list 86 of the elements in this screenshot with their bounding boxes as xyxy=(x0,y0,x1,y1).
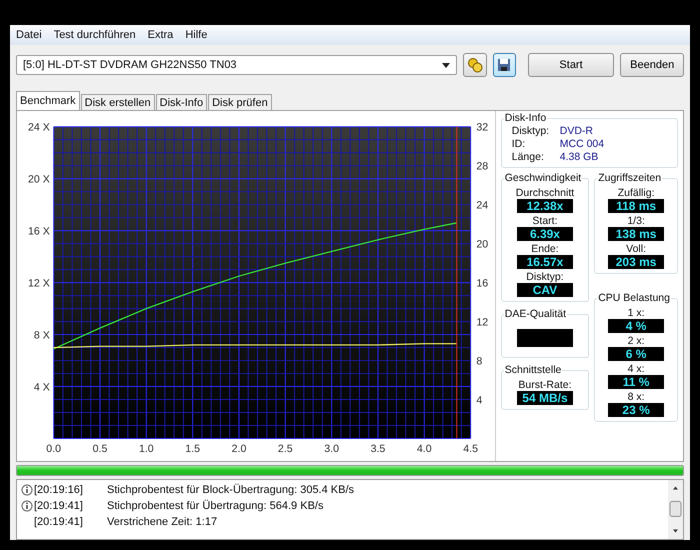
caret-icon xyxy=(442,62,450,68)
menu-item[interactable]: Hilfe xyxy=(181,27,212,43)
exit-button[interactable]: Beenden xyxy=(620,53,684,77)
axis-label: 4 X xyxy=(34,381,50,394)
axis-label: 3.0 xyxy=(324,443,340,455)
scrollbar[interactable] xyxy=(668,480,683,539)
field-label: Start: xyxy=(532,215,558,227)
save-button[interactable] xyxy=(492,53,516,77)
value-display: 4 % xyxy=(608,319,664,333)
field-value: 4.38 GB xyxy=(560,151,600,163)
tab[interactable]: Disk prüfen xyxy=(208,94,272,110)
axis-label: 4.5 xyxy=(463,443,478,455)
field-label: Disktyp: xyxy=(512,125,550,137)
log-time: [20:19:16] xyxy=(34,484,84,496)
value-display: 54 MB/s xyxy=(516,391,573,405)
axis-label: 1.5 xyxy=(185,443,200,455)
coins-button[interactable] xyxy=(463,53,487,77)
start-button[interactable]: Start xyxy=(528,53,614,77)
axis-label: 8 X xyxy=(34,329,50,342)
axis-label: 32 xyxy=(476,122,488,134)
field-label: ID: xyxy=(512,138,526,150)
drive-dropdown[interactable]: [5:0] HL-DT-ST DVDRAM GH22NS50 TN03 xyxy=(16,55,458,75)
axis-label: 4 xyxy=(476,394,482,406)
value-display: 12.38x xyxy=(516,199,573,213)
menu-item[interactable]: Test durchführen xyxy=(50,27,140,43)
value-display xyxy=(516,329,573,347)
field-label: 2 x: xyxy=(628,335,645,347)
axis-label: 16 xyxy=(476,277,488,290)
field-value: MCC 004 xyxy=(560,138,606,150)
axis-label: 1.0 xyxy=(138,443,154,455)
axis-label: 3.5 xyxy=(370,443,386,455)
menu-item[interactable]: Extra xyxy=(144,27,178,43)
value-display: CAV xyxy=(516,283,573,297)
value-display: 203 ms xyxy=(608,255,664,269)
field-value: DVD-R xyxy=(560,125,594,137)
value-display: 6.39x xyxy=(516,227,573,241)
axis-label: 8 xyxy=(476,355,482,368)
info-icon xyxy=(21,500,33,512)
axis-label: 0.5 xyxy=(92,443,108,455)
value-display: 6 % xyxy=(608,347,664,361)
axis-label: 24 xyxy=(476,200,488,212)
save-icon xyxy=(497,58,512,72)
axis-label: 0.0 xyxy=(46,443,62,455)
field-label: 4 x: xyxy=(628,363,645,375)
log-message: Stichprobentest für Übertragung: 564.9 KB/s xyxy=(107,500,324,512)
axis-label: 12 X xyxy=(28,277,50,290)
field-label: Voll: xyxy=(626,243,646,255)
value-display: 118 ms xyxy=(608,199,664,213)
info-icon xyxy=(21,484,33,496)
group-title: Disk-Info xyxy=(504,112,548,124)
value-display: 16.57x xyxy=(516,255,573,269)
axis-label: 24 X xyxy=(28,122,50,134)
axis-label: 28 xyxy=(476,160,488,173)
value-display: 11 % xyxy=(608,375,664,389)
group-title: DAE-Qualität xyxy=(504,308,568,320)
group-title: CPU Belastung xyxy=(597,292,671,304)
menu-item[interactable]: Datei xyxy=(12,27,46,43)
coins-icon xyxy=(466,57,483,73)
value-display: 23 % xyxy=(608,403,664,417)
axis-label: 2.0 xyxy=(232,443,246,455)
field-label: 1 x: xyxy=(628,307,645,319)
axis-label: 4.0 xyxy=(416,443,432,455)
axis-label: 12 xyxy=(476,316,488,328)
value-display: 138 ms xyxy=(608,227,664,241)
log-time: [20:19:41] xyxy=(34,516,84,528)
axis-label: 20 X xyxy=(28,174,50,186)
field-label: 8 x: xyxy=(628,391,645,403)
group-title: Zugriffszeiten xyxy=(597,172,662,184)
field-label: Burst-Rate: xyxy=(518,379,572,391)
axis-label: 20 xyxy=(476,238,488,251)
axis-label: 16 X xyxy=(28,226,50,238)
log-time: [20:19:41] xyxy=(34,500,84,512)
log-message: Stichprobentest für Block-Übertragung: 305.4 KB/s xyxy=(107,484,354,496)
tab[interactable]: Disk-Info xyxy=(156,94,208,110)
log-message: Verstrichene Zeit: 1:17 xyxy=(107,516,218,528)
field-label: Zufällig: xyxy=(618,187,654,199)
field-label: Länge: xyxy=(512,151,545,163)
group-title: Schnittstelle xyxy=(504,364,562,376)
field-label: Ende: xyxy=(531,243,559,255)
group-title: Geschwindigkeit xyxy=(504,172,582,184)
axis-label: 2.5 xyxy=(278,443,293,455)
field-label: Durchschnitt xyxy=(516,187,574,199)
field-label: Disktyp: xyxy=(526,271,564,283)
tab[interactable]: Disk erstellen xyxy=(80,94,155,110)
field-label: 1/3: xyxy=(627,215,645,227)
tab[interactable]: Benchmark xyxy=(16,91,80,110)
